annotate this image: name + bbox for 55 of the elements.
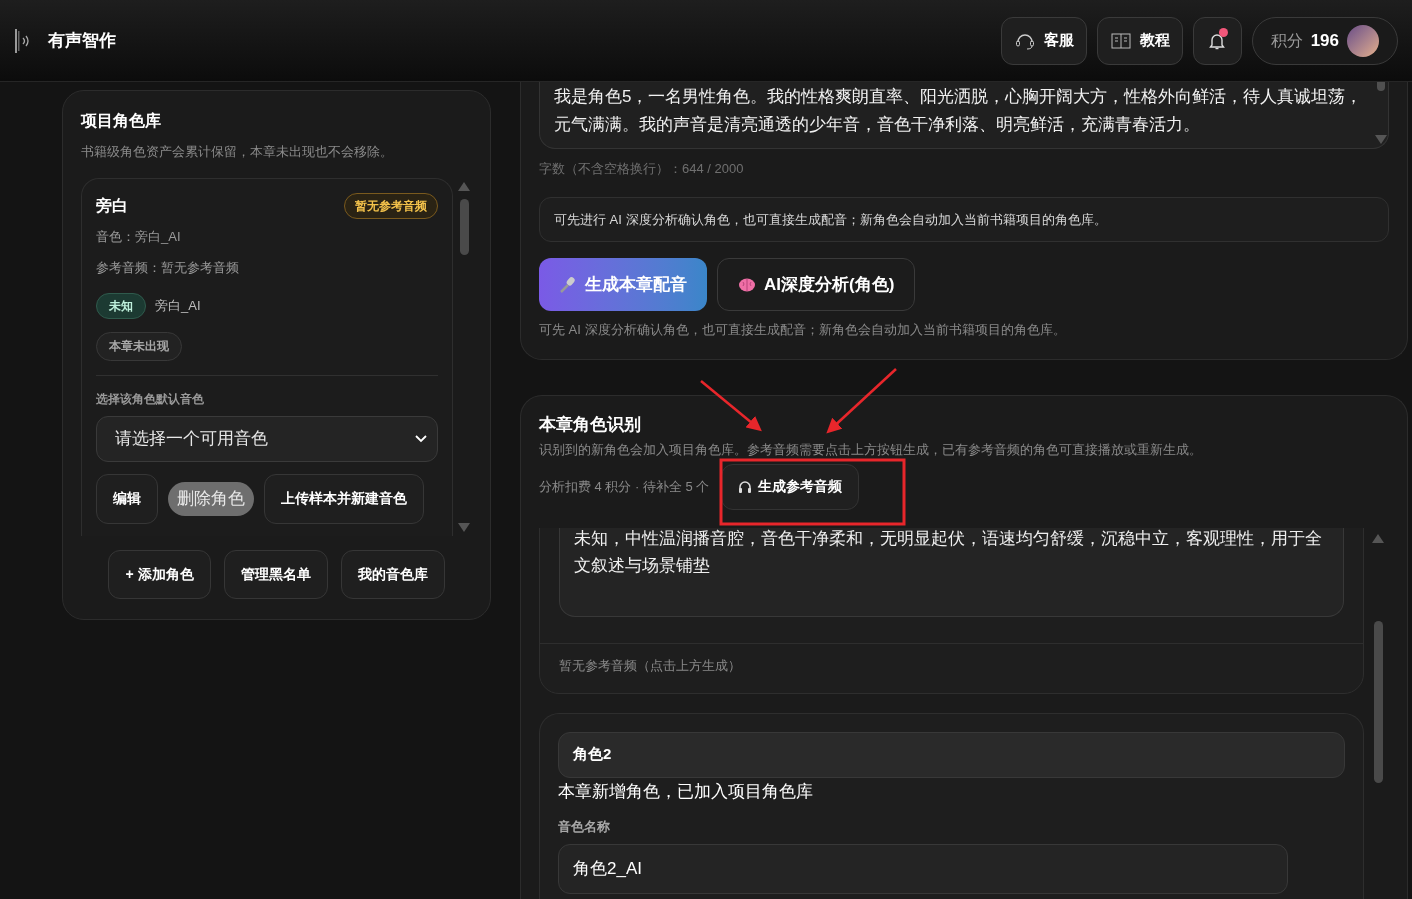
panel-title: 项目角色库	[81, 111, 162, 131]
voice-dropdown[interactable]: 请选择一个可用音色	[96, 415, 438, 462]
points-label: 积分	[1270, 30, 1303, 51]
scroll-thumb[interactable]	[1373, 620, 1383, 783]
role-status-text: 本章新增角色，已加入项目角色库	[558, 780, 814, 803]
headphones-icon	[738, 479, 753, 494]
chevron-down-icon	[415, 434, 427, 443]
annotation-arrow	[700, 380, 762, 432]
field-label: 选择该角色默认音色	[96, 390, 205, 408]
library-action-button[interactable]: + 添加角色	[108, 549, 211, 599]
role-action-button[interactable]: 删除角色	[168, 481, 254, 516]
character-counter: 字数（不含空格换行）：644 / 2000	[539, 160, 745, 178]
generate-dubbing-button[interactable]: 生成本章配音	[539, 258, 707, 311]
section-title: 本章角色识别	[539, 414, 642, 436]
text-input[interactable]: 我是角色5，一名男性角色。我的性格爽朗直率、阳光洒脱，心胸开阔大方，性格外向鲜活，待人真诚坦荡，元气满满。我的声音是清亮通透的少年音，音色干净利落、明亮鲜活，充满青春活力。	[539, 82, 1389, 149]
scroll-down-icon	[1375, 135, 1387, 144]
tag-voice-name: 旁白_AI	[155, 296, 201, 315]
scroll-down-icon	[458, 522, 470, 532]
section-description: 识别到的新角色会加入项目角色库。参考音频需要点击上方按钮生成，已有参考音频的角色可直接播放或重新生成。	[539, 441, 1203, 459]
points-value: 196	[1310, 29, 1339, 52]
scroll-up-icon	[458, 181, 470, 191]
role-action-button[interactable]: 编辑	[96, 473, 158, 524]
gender-tag: 未知	[96, 292, 146, 319]
role-action-button[interactable]: 上传样本并新建音色	[264, 473, 424, 524]
helper-note: 可先 AI 深度分析确认角色，也可直接生成配音；新角色会自动加入当前书籍项目的角色库。	[539, 321, 1067, 339]
role-name-field[interactable]: 角色2	[558, 731, 1346, 778]
status-tag: 本章未出现	[96, 331, 182, 361]
field-label: 音色名称	[558, 817, 611, 836]
hint-box: 可先进行 AI 深度分析确认角色，也可直接生成配音；新角色会自动加入当前书籍项目的角色库。	[539, 197, 1389, 242]
ai-analysis-button[interactable]: AI深度分析(角色)	[717, 258, 916, 311]
reference-status: 暂无参考音频（点击上方生成）	[558, 656, 742, 675]
sound-wave-logo-icon	[14, 27, 30, 54]
reference-info: 参考音频：暂无参考音频	[96, 259, 240, 277]
bell-icon	[1208, 31, 1227, 50]
role-description-field[interactable]: 未知，中性温润播音腔，音色干净柔和，无明显起伏，语速均匀舒缓，沉稳中立，客观理性，用于全文叙述与场景铺垫	[559, 527, 1345, 617]
microphone-icon	[559, 275, 577, 294]
support-button[interactable]: 客服	[1000, 16, 1087, 65]
scroll-up-icon	[1372, 533, 1384, 543]
role-name: 旁白	[96, 195, 128, 216]
library-action-button[interactable]: 管理黑名单	[223, 549, 328, 599]
book-icon	[1109, 30, 1132, 51]
voice-name-field[interactable]: 角色2_AI	[558, 844, 1288, 894]
app-title: 有声智作	[48, 29, 116, 52]
annotation-arrow	[826, 368, 897, 434]
avatar[interactable]	[1347, 24, 1379, 57]
status-badge: 暂无参考音频	[344, 192, 438, 219]
generate-reference-audio-button[interactable]: 生成参考音频	[721, 463, 860, 510]
brain-icon	[738, 276, 756, 293]
voice-info: 音色：旁白_AI	[96, 227, 182, 246]
panel-subtitle: 书籍级角色资产会累计保留，本章未出现也不会移除。	[81, 143, 394, 161]
notification-button[interactable]	[1192, 16, 1242, 65]
tutorial-button[interactable]: 教程	[1096, 16, 1183, 65]
scroll-thumb[interactable]	[459, 198, 469, 255]
library-action-button[interactable]: 我的音色库	[340, 549, 445, 599]
cost-info: 分析扣费 4 积分 · 待补全 5 个	[539, 477, 710, 496]
